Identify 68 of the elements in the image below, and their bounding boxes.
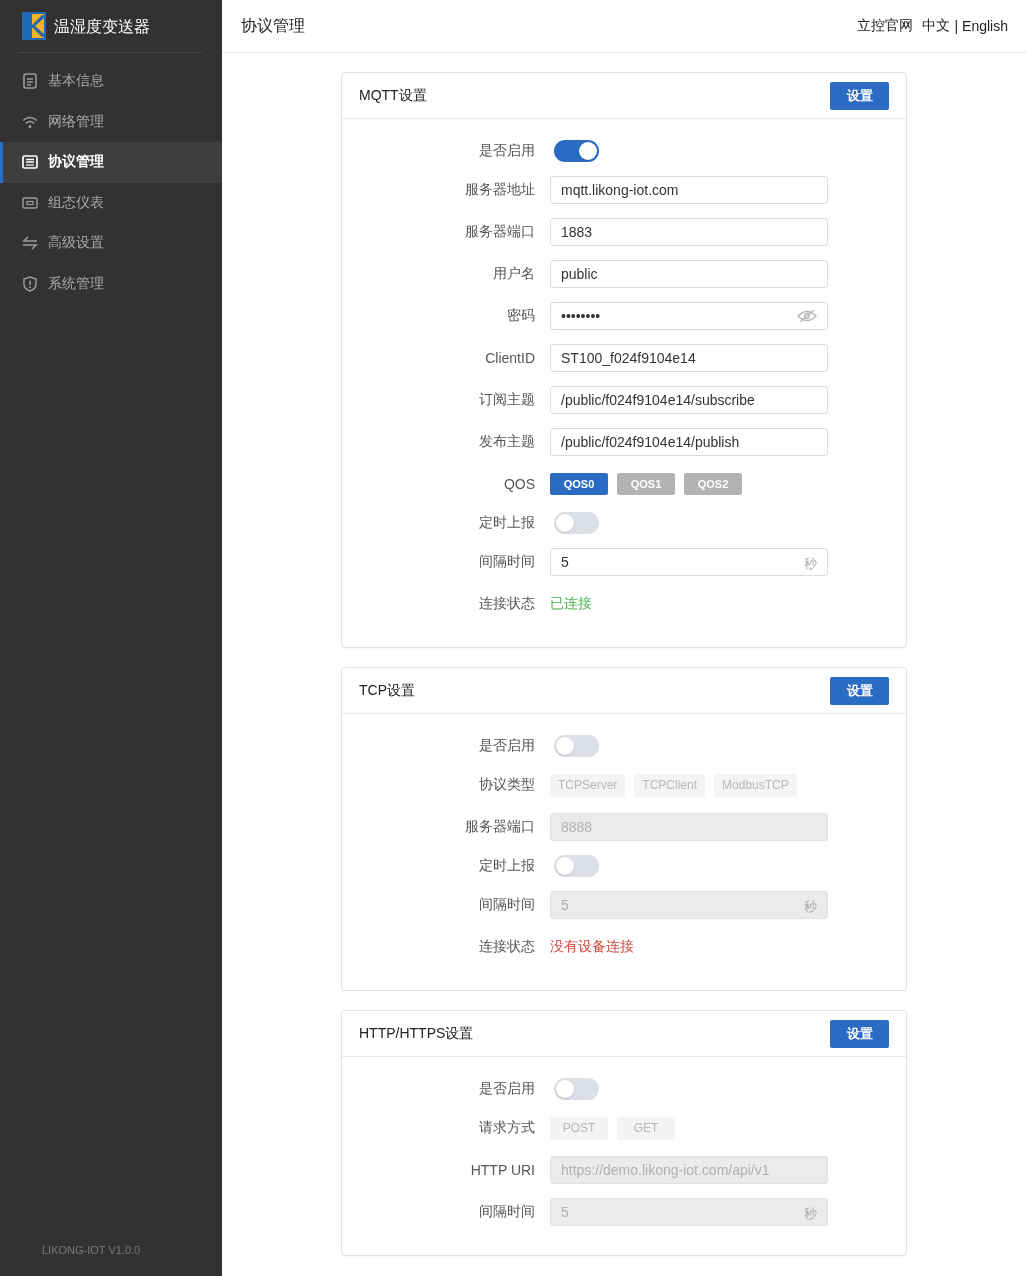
status-text: 没有设备连接: [550, 938, 635, 956]
field-label: 间隔时间: [478, 553, 535, 571]
sidebar-item[interactable]: 基本信息: [0, 61, 222, 102]
shield-icon: [23, 275, 37, 292]
text-input[interactable]: 1883: [550, 218, 828, 246]
language-separator: |: [954, 18, 959, 34]
option-button[interactable]: QOS0: [550, 473, 608, 495]
text-input[interactable]: ST100_f024f9104e14: [550, 344, 828, 372]
toggle-switch[interactable]: [554, 140, 599, 162]
panel-title: MQTT设置: [359, 86, 427, 105]
toggle-switch[interactable]: [554, 512, 599, 534]
field-label: 服务器地址: [464, 181, 535, 199]
toggle-switch[interactable]: [554, 735, 599, 757]
language-link[interactable]: English: [962, 18, 1008, 34]
panel-title: TCP设置: [359, 681, 415, 700]
language-link[interactable]: 中文: [922, 17, 951, 35]
set-button[interactable]: 设置: [830, 676, 889, 705]
field-label: 是否启用: [478, 142, 535, 160]
field-label: QOS: [502, 476, 535, 492]
field-label: 服务器端口: [464, 223, 535, 241]
wifi-icon: [22, 115, 38, 128]
status-text: 已连接: [550, 595, 593, 613]
field-label: 连接状态: [478, 938, 535, 956]
field-label: 发布主题: [478, 433, 535, 451]
field-label: 密码: [506, 307, 535, 325]
field-label: 订阅主题: [478, 391, 535, 409]
unit-label: 秒: [804, 897, 817, 916]
field-label: 是否启用: [478, 737, 535, 755]
app-title: 温湿度变送器: [54, 17, 150, 37]
eye-slash-icon: [797, 309, 817, 323]
toggle-switch[interactable]: [554, 1078, 599, 1100]
sidebar-item[interactable]: 网络管理: [0, 101, 222, 142]
panel-title: HTTP/HTTPS设置: [359, 1024, 474, 1043]
field-label: 定时上报: [478, 514, 535, 532]
text-input[interactable]: mqtt.likong-iot.com: [550, 176, 828, 204]
text-input[interactable]: /public/f024f9104e14/subscribe: [550, 386, 828, 414]
sidebar-item[interactable]: 系统管理: [0, 263, 222, 304]
field-label: 连接状态: [478, 595, 535, 613]
unit-label: 秒: [804, 554, 817, 573]
text-input[interactable]: /public/f024f9104e14/publish: [550, 428, 828, 456]
field-label: 请求方式: [478, 1119, 535, 1137]
field-label: 用户名: [492, 265, 535, 283]
sidebar-item[interactable]: 协议管理: [0, 142, 222, 183]
unit-label: 秒: [804, 1204, 817, 1223]
swap-arrows-icon: [22, 236, 38, 251]
panel-icon: [22, 196, 38, 209]
field-label: 服务器端口: [464, 818, 535, 836]
toggle-switch[interactable]: [554, 855, 599, 877]
sidebar-item[interactable]: 组态仪表: [0, 182, 222, 223]
set-button[interactable]: 设置: [830, 81, 889, 110]
sidebar-item[interactable]: 高级设置: [0, 223, 222, 264]
version-label: LIKONG-IOT V1.0.0: [41, 1244, 142, 1258]
website-link[interactable]: 立控官网: [857, 17, 914, 35]
text-input[interactable]: public: [550, 260, 828, 288]
field-label: 协议类型: [478, 776, 535, 794]
document-icon: [23, 73, 37, 90]
field-label: 间隔时间: [478, 1203, 535, 1221]
field-label: 定时上报: [478, 857, 535, 875]
field-label: 间隔时间: [478, 896, 535, 914]
text-input[interactable]: 5 秒: [550, 548, 828, 576]
field-label: 是否启用: [478, 1080, 535, 1098]
keyboard-icon: [22, 155, 38, 170]
logo-icon: [22, 12, 46, 40]
field-label: HTTP URI: [469, 1162, 535, 1178]
set-button[interactable]: 设置: [830, 1019, 889, 1048]
page-title: 协议管理: [241, 15, 305, 36]
field-label: ClientID: [484, 350, 535, 366]
password-input[interactable]: ••••••••: [550, 302, 828, 330]
